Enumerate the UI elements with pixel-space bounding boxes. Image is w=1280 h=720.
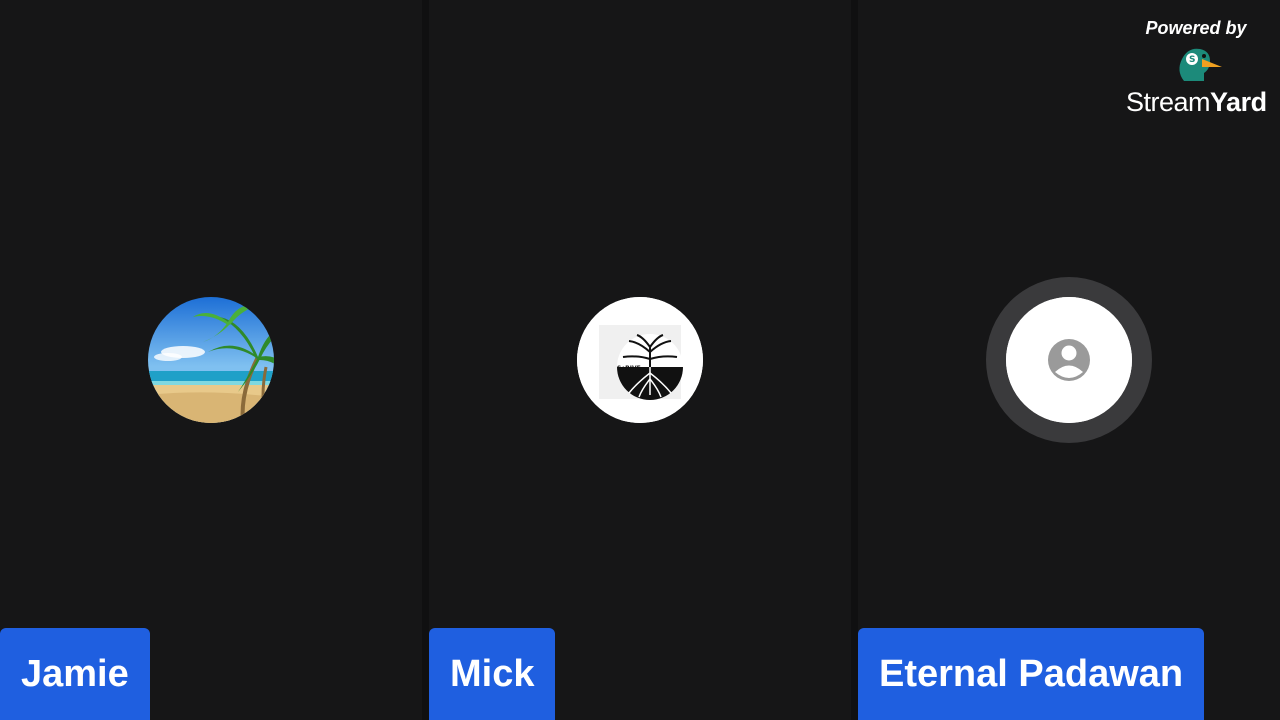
- participant-avatar-eternal-padawan: [1006, 297, 1132, 423]
- default-user-icon: [1006, 297, 1132, 423]
- streamyard-branding: Powered by S StreamYard: [1126, 18, 1267, 118]
- participant-tile-jamie: Jamie: [0, 0, 422, 720]
- name-tag-jamie: Jamie: [0, 628, 150, 720]
- svg-text:S•RIVE: S•RIVE: [617, 365, 641, 372]
- tree-roots-logo-icon: S•RIVE: [577, 297, 703, 423]
- beach-palm-image: [148, 297, 274, 423]
- name-tag-mick: Mick: [429, 628, 556, 720]
- participant-name: Eternal Padawan: [879, 652, 1184, 695]
- participant-avatar-jamie: [148, 297, 274, 423]
- powered-by-label: Powered by: [1145, 18, 1247, 38]
- svg-text:S: S: [1189, 55, 1195, 65]
- streamyard-duck-logo-icon: S: [1179, 48, 1222, 81]
- name-tag-eternal-padawan: Eternal Padawan: [858, 628, 1205, 720]
- participant-name: Mick: [450, 652, 535, 695]
- stream-stage: Jamie S•RIVE Mick Eternal Padawan Powere…: [0, 0, 1280, 720]
- participant-tile-mick: S•RIVE Mick: [429, 0, 851, 720]
- participant-avatar-mick: S•RIVE: [577, 297, 703, 423]
- participant-name: Jamie: [21, 652, 129, 695]
- streamyard-wordmark: StreamYard: [1126, 87, 1267, 117]
